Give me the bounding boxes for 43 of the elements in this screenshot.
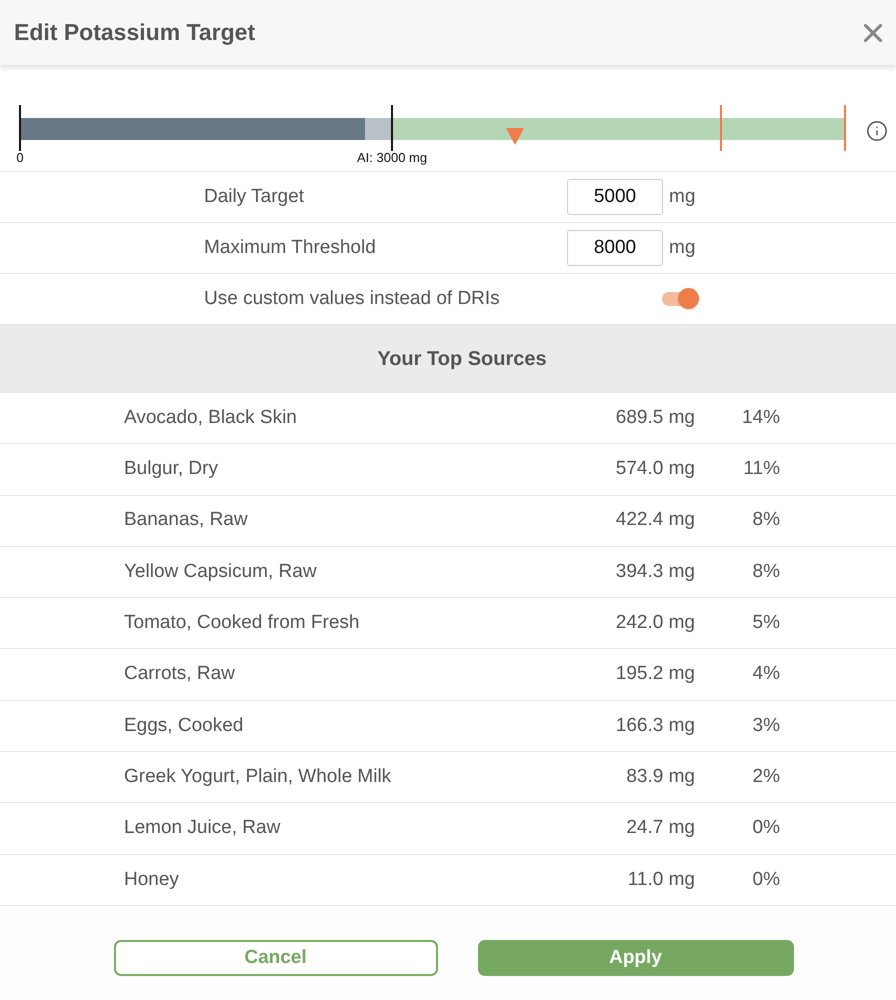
food-name: Eggs, Cooked — [124, 714, 244, 738]
amount-cell-text: 24.7 mg — [625, 816, 695, 840]
setting-label: Use custom values instead of DRIs — [204, 286, 501, 311]
amount-cell-text: 242.0 mg — [614, 611, 695, 636]
tick-label: 0 — [16, 150, 24, 166]
percent-cell-text: 5% — [752, 611, 780, 636]
amount-cell-text: 394.3 mg — [614, 560, 695, 584]
amount-cell-text: 83.9 mg — [625, 764, 695, 789]
amount-cell-text: 422.4 mg — [614, 508, 695, 532]
percent-cell-text: 8% — [752, 508, 780, 532]
food-name: Bulgur, Dry — [124, 457, 219, 482]
unit-label: mg — [669, 236, 696, 260]
percent-cell-text: 11% — [742, 457, 780, 482]
info-icon[interactable] — [866, 120, 888, 142]
setting-label: Daily Target — [204, 184, 305, 209]
food-name: Carrots, Raw — [124, 662, 236, 686]
amount-cell-text: 11.0 mg — [626, 868, 695, 892]
food-name: Lemon Juice, Raw — [124, 816, 282, 840]
food-name: Yellow Capsicum, Raw — [124, 560, 318, 584]
percent-cell-text: 2% — [752, 764, 780, 789]
percent-cell-text: 8% — [752, 560, 780, 584]
food-name: Honey — [124, 868, 180, 892]
amount-cell-text: 689.5 mg — [614, 406, 695, 430]
amount-cell-text: 166.3 mg — [614, 714, 695, 738]
dialog-title: Edit Potassium Target — [14, 18, 256, 48]
setting-label: Maximum Threshold — [204, 236, 377, 260]
toggle-switch[interactable] — [661, 288, 699, 310]
number-input[interactable]: 5000 — [567, 179, 663, 215]
number-input[interactable]: 8000 — [567, 230, 663, 266]
percent-cell-text: 3% — [752, 714, 780, 738]
section-title: Your Top Sources — [377, 347, 547, 372]
amount-cell-text: 195.2 mg — [614, 662, 695, 686]
percent-cell-text: 0% — [752, 816, 780, 840]
food-name: Tomato, Cooked from Fresh — [124, 611, 360, 636]
food-name: Greek Yogurt, Plain, Whole Milk — [124, 764, 392, 789]
percent-cell-text: 0% — [752, 868, 780, 892]
amount-cell-text: 574.0 mg — [614, 457, 695, 482]
percent-cell-text: 4% — [752, 662, 780, 686]
tick-label: AI: 3000 mg — [357, 150, 428, 166]
food-name: Bananas, Raw — [124, 508, 249, 532]
food-name: Avocado, Black Skin — [124, 406, 298, 430]
unit-label: mg — [669, 184, 696, 209]
percent-cell-text: 14% — [740, 406, 780, 430]
